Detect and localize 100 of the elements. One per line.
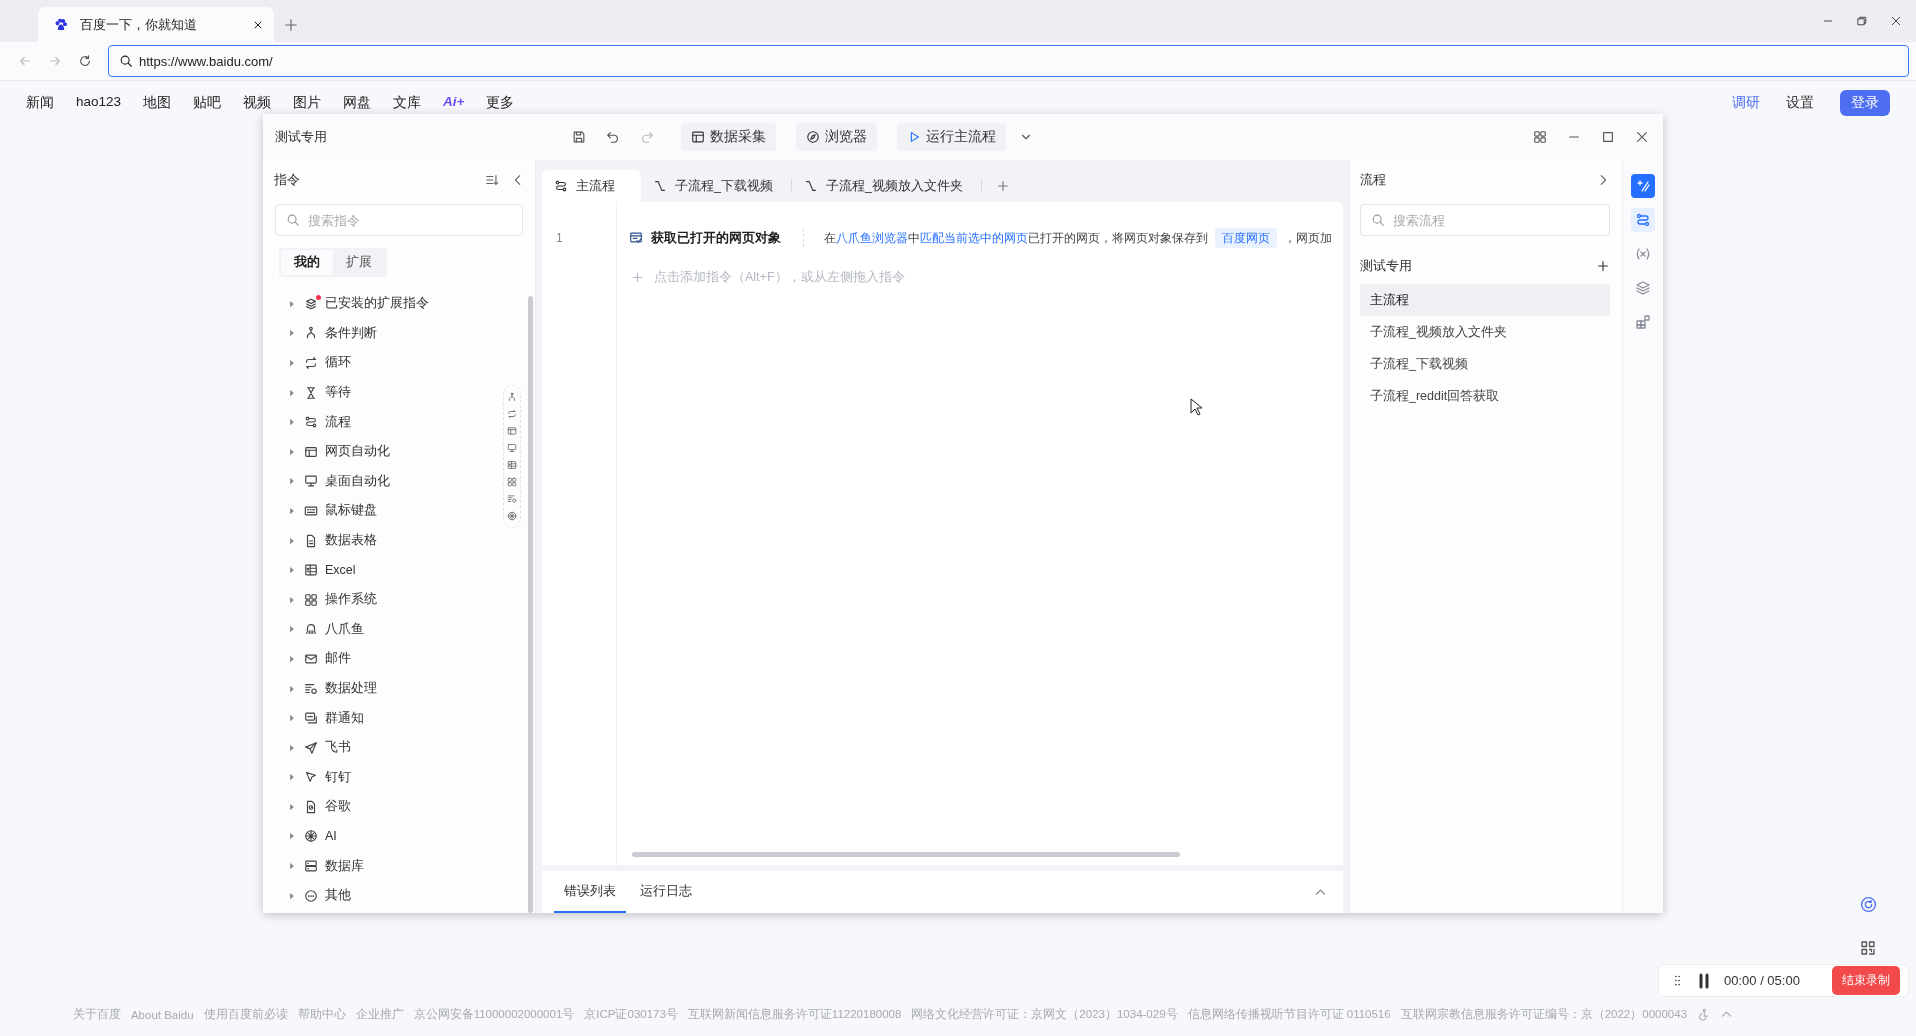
tree-item[interactable]: 谷歌 <box>263 792 535 822</box>
accessibility-icon[interactable] <box>1697 1008 1711 1021</box>
panel-title: 指令 <box>274 171 301 189</box>
nav-link[interactable]: 调研 <box>1732 94 1760 112</box>
tree-item[interactable]: 已安装的扩展指令 <box>263 289 535 319</box>
scrollbar[interactable] <box>632 852 1180 857</box>
stack-icon <box>304 296 318 311</box>
layers-icon <box>1635 280 1651 296</box>
link[interactable]: 八爪鱼浏览器 <box>836 230 908 245</box>
tree-item[interactable]: 数据表格 <box>263 525 535 556</box>
nav-link[interactable]: 地图 <box>143 94 172 112</box>
tree-item[interactable]: 邮件 <box>263 644 535 674</box>
nav-link[interactable]: hao123 <box>76 94 122 112</box>
browser-tab[interactable]: 百度一下，你就知道 <box>38 7 274 42</box>
nav-link[interactable]: Ai+ <box>443 94 465 112</box>
sub-flow-icon <box>803 179 818 193</box>
link[interactable]: 匹配当前选中的网页 <box>920 230 1028 245</box>
tab[interactable]: 扩展 <box>333 250 385 275</box>
apps-grid-icon[interactable] <box>1533 130 1547 144</box>
flow-icon <box>304 415 318 430</box>
tree-item[interactable]: 钉钉 <box>263 762 535 793</box>
tree-item[interactable]: 等待 <box>263 377 535 408</box>
nav-link[interactable]: 网盘 <box>343 94 372 112</box>
grid-icon[interactable] <box>507 477 517 487</box>
nav-link[interactable]: 图片 <box>293 94 322 112</box>
maximize-icon[interactable] <box>1601 130 1615 144</box>
flow-item[interactable]: 子流程_reddit回答获取 <box>1360 380 1610 412</box>
flow-icon <box>554 179 568 193</box>
tree-item[interactable]: 操作系统 <box>263 584 535 615</box>
qr-code-icon[interactable] <box>1860 940 1876 956</box>
g-document-icon <box>304 799 318 814</box>
compass-icon <box>806 130 820 144</box>
loop-icon[interactable] <box>507 409 517 419</box>
nav-link[interactable]: 新闻 <box>26 94 54 112</box>
restore-icon[interactable] <box>1856 15 1868 27</box>
add-icon[interactable] <box>631 270 644 284</box>
tree-item[interactable]: 循环 <box>263 348 535 378</box>
keyboard-icon <box>304 503 318 518</box>
tree-item[interactable]: 群通知 <box>263 703 535 733</box>
tree-item[interactable]: 数据处理 <box>263 673 535 704</box>
side-tool-button[interactable] <box>1631 174 1655 198</box>
tree-item[interactable]: 数据库 <box>263 851 535 881</box>
branch-icon[interactable] <box>507 392 517 402</box>
tab[interactable]: 子流程_视频放入文件夹 <box>791 170 981 202</box>
stop-recording-button[interactable]: 结束录制 <box>1832 966 1900 995</box>
tree-item[interactable]: 网页自动化 <box>263 436 535 467</box>
scrollbar[interactable] <box>528 296 533 913</box>
tree-item[interactable]: 条件判断 <box>263 318 535 349</box>
toolbar-button[interactable]: 浏览器 <box>796 123 877 151</box>
side-tool-button[interactable] <box>1631 208 1655 232</box>
tab[interactable]: 主流程 <box>542 170 641 202</box>
paper-plane-icon <box>304 740 318 755</box>
tab[interactable]: 运行日志 <box>630 871 702 913</box>
close-icon[interactable] <box>1890 15 1902 27</box>
browser-window-icon[interactable] <box>507 426 517 436</box>
tree-item[interactable]: 飞书 <box>263 732 535 763</box>
flow-item[interactable]: 主流程 <box>1360 284 1610 316</box>
toolbar-button[interactable]: 数据采集 <box>681 123 776 151</box>
new-tab-icon[interactable] <box>284 18 298 32</box>
list-gear-icon[interactable] <box>507 494 517 504</box>
nav-link[interactable]: 设置 <box>1786 94 1814 112</box>
server-icon <box>304 859 318 874</box>
toolbar-button[interactable]: 运行主流程 <box>897 123 1006 151</box>
flow-item[interactable]: 子流程_视频放入文件夹 <box>1360 316 1610 348</box>
tab[interactable]: 我的 <box>281 250 333 275</box>
login-button[interactable]: 登录 <box>1840 90 1890 116</box>
circle-lines-icon[interactable] <box>507 511 517 521</box>
add-tab-icon[interactable] <box>995 179 1010 193</box>
nav-link[interactable]: 贴吧 <box>193 94 222 112</box>
address-bar[interactable]: https://www.baidu.com/ <box>108 45 1909 77</box>
hourglass-icon <box>304 385 318 400</box>
spreadsheet-icon[interactable] <box>507 460 517 470</box>
add-icon[interactable] <box>1596 259 1610 273</box>
nav-link[interactable]: 文库 <box>393 94 422 112</box>
tree-item[interactable]: 流程 <box>263 407 535 437</box>
grid-icon <box>304 592 318 607</box>
variable-tag[interactable]: 百度网页 <box>1215 227 1277 248</box>
search-field[interactable]: 搜索指令 <box>275 204 523 236</box>
tree-item[interactable]: 八爪鱼 <box>263 614 535 645</box>
nav-link[interactable]: 更多 <box>486 94 515 112</box>
variable-icon <box>1635 246 1651 262</box>
tree-item[interactable]: 桌面自动化 <box>263 466 535 497</box>
search-field[interactable]: 搜索流程 <box>1360 204 1610 236</box>
close-icon[interactable] <box>1635 130 1649 144</box>
command-row[interactable]: 获取已打开的网页对象 在八爪鱼浏览器中匹配当前选中的网页已打开的网页，将网页对象保存到 百度网页 ，网页加 <box>617 216 1343 260</box>
tab[interactable]: 错误列表 <box>554 871 626 913</box>
monitor-icon[interactable] <box>507 443 517 453</box>
sort-icon[interactable] <box>485 173 499 187</box>
mouse-pointer-icon <box>1190 398 1202 416</box>
tree-item[interactable]: 其他 <box>263 880 535 911</box>
tree-item[interactable]: 鼠标键盘 <box>263 496 535 526</box>
flow-item[interactable]: 子流程_下载视频 <box>1360 348 1610 380</box>
refresh-circle-icon[interactable] <box>1860 896 1877 913</box>
tree-item[interactable]: Excel <box>263 555 535 585</box>
undo-icon <box>606 130 620 144</box>
nav-link[interactable]: 视频 <box>243 94 272 112</box>
reload-icon[interactable] <box>78 54 92 68</box>
tab[interactable]: 子流程_下载视频 <box>641 170 791 202</box>
chat-icon <box>304 711 318 726</box>
tree-item[interactable]: AI <box>263 821 535 852</box>
